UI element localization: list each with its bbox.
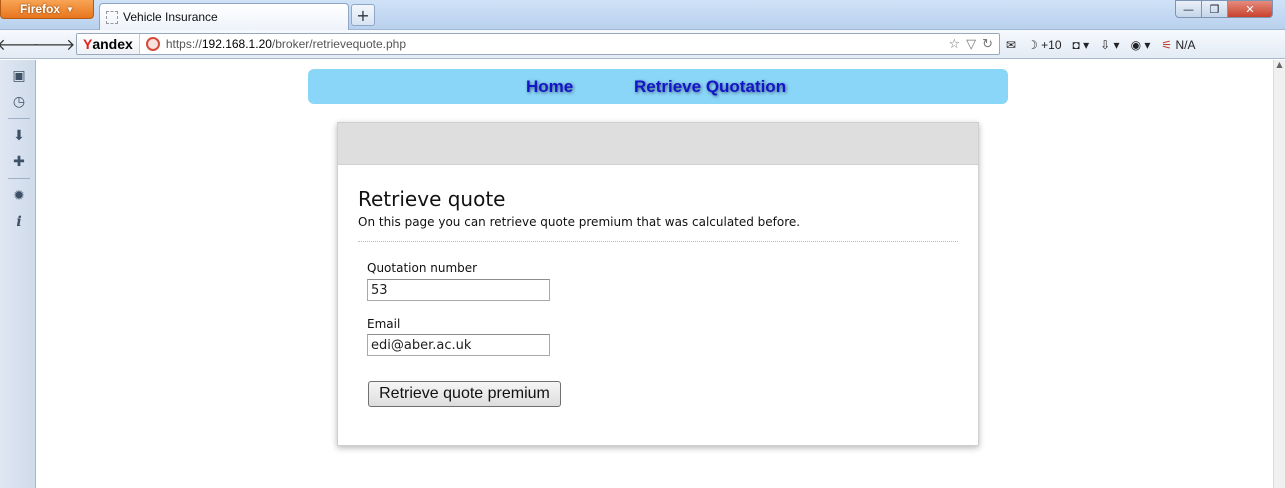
page-favicon-icon — [106, 10, 118, 24]
vertical-scrollbar[interactable] — [1273, 60, 1285, 488]
globe-icon[interactable]: ◉ ▾ — [1131, 38, 1151, 52]
firefox-menu-label: Firefox — [20, 2, 61, 16]
page-title: Retrieve quote — [358, 187, 506, 211]
minimize-button[interactable]: — — [1175, 0, 1202, 18]
puzzle-addons-icon[interactable]: ✚ — [9, 152, 29, 172]
retrieve-quote-premium-button[interactable]: Retrieve quote premium — [368, 381, 561, 407]
site-menu-bar: Home Retrieve Quotation — [308, 69, 1008, 104]
tab-title: Vehicle Insurance — [123, 10, 218, 24]
sidebar: ▣ ◷ ⬇ ✚ ✹ i — [0, 60, 36, 488]
forward-button[interactable]: 🡒 — [33, 32, 76, 56]
close-window-button[interactable]: ✕ — [1227, 0, 1273, 18]
retrieve-quote-panel: Retrieve quote On this page you can retr… — [337, 122, 979, 446]
scroll-up-arrow-icon[interactable]: ▲ — [1274, 60, 1285, 69]
panel-header — [338, 123, 978, 165]
arrow-right-icon: 🡒 — [32, 35, 76, 54]
weather-counter: +10 — [1041, 38, 1062, 52]
maximize-button[interactable]: ❐ — [1201, 0, 1228, 18]
email-input[interactable] — [367, 334, 550, 356]
yandex-logo-text: andex — [92, 36, 133, 52]
url-path: /broker/retrievequote.php — [271, 37, 407, 51]
browser-tab[interactable]: Vehicle Insurance — [99, 3, 349, 30]
url-scheme: https:// — [165, 37, 202, 51]
site-identity-icon[interactable] — [145, 37, 160, 51]
gear-icon[interactable]: ✹ — [9, 186, 29, 206]
url-host: 192.168.1.20 — [201, 37, 272, 51]
page-description: On this page you can retrieve quote prem… — [358, 215, 801, 229]
yandex-search-button[interactable]: Y andex — [77, 34, 140, 54]
chevron-down-icon: ▼ — [66, 4, 74, 14]
bookmark-star-icon[interactable]: ☆ — [948, 37, 960, 52]
download-arrow-icon[interactable]: ⬇ — [9, 126, 29, 146]
firefox-menu-button[interactable]: Firefox ▼ — [0, 0, 94, 19]
new-tab-button[interactable]: + — [351, 4, 375, 26]
navigation-toolbar: 🡐 🡒 Y andex https://192.168.1.20/broker/… — [0, 30, 1285, 59]
reload-icon[interactable]: ↻ — [982, 37, 993, 52]
info-icon[interactable]: i — [9, 212, 29, 232]
menu-link-retrieve-quotation[interactable]: Retrieve Quotation — [634, 77, 786, 97]
addon-square-icon[interactable]: ◘ ▾ — [1073, 38, 1090, 52]
dropdown-arrow-icon[interactable]: ▽ — [966, 37, 976, 52]
section-divider — [358, 241, 958, 242]
back-button[interactable]: 🡐 — [0, 32, 39, 56]
menu-link-home[interactable]: Home — [526, 77, 573, 97]
sidebar-divider — [8, 178, 30, 179]
address-bar[interactable]: Y andex https://192.168.1.20/broker/retr… — [76, 33, 1000, 55]
quotation-number-input[interactable] — [367, 279, 550, 301]
history-clock-icon[interactable]: ◷ — [9, 92, 29, 112]
sidebar-divider — [8, 118, 30, 119]
moon-icon: ☽ — [1027, 38, 1038, 52]
email-label: Email — [367, 317, 401, 331]
moon-weather-counter[interactable]: ☽ +10 — [1027, 38, 1061, 52]
window-titlebar: Firefox ▼ Vehicle Insurance + — ❐ ✕ — [0, 0, 1285, 30]
graph-icon: ⚟ — [1161, 38, 1173, 52]
url-text[interactable]: https://192.168.1.20/broker/retrievequot… — [166, 37, 949, 51]
quotation-number-label: Quotation number — [367, 261, 478, 275]
download-blocked-icon[interactable]: ⇩ ▾ — [1100, 38, 1119, 52]
bookmarks-icon[interactable]: ▣ — [9, 66, 29, 86]
traffic-status[interactable]: ⚟ N/A — [1161, 38, 1195, 52]
yandex-logo-letter: Y — [83, 36, 93, 52]
mail-icon[interactable]: ✉ — [1006, 38, 1016, 52]
traffic-status-text: N/A — [1175, 38, 1196, 52]
